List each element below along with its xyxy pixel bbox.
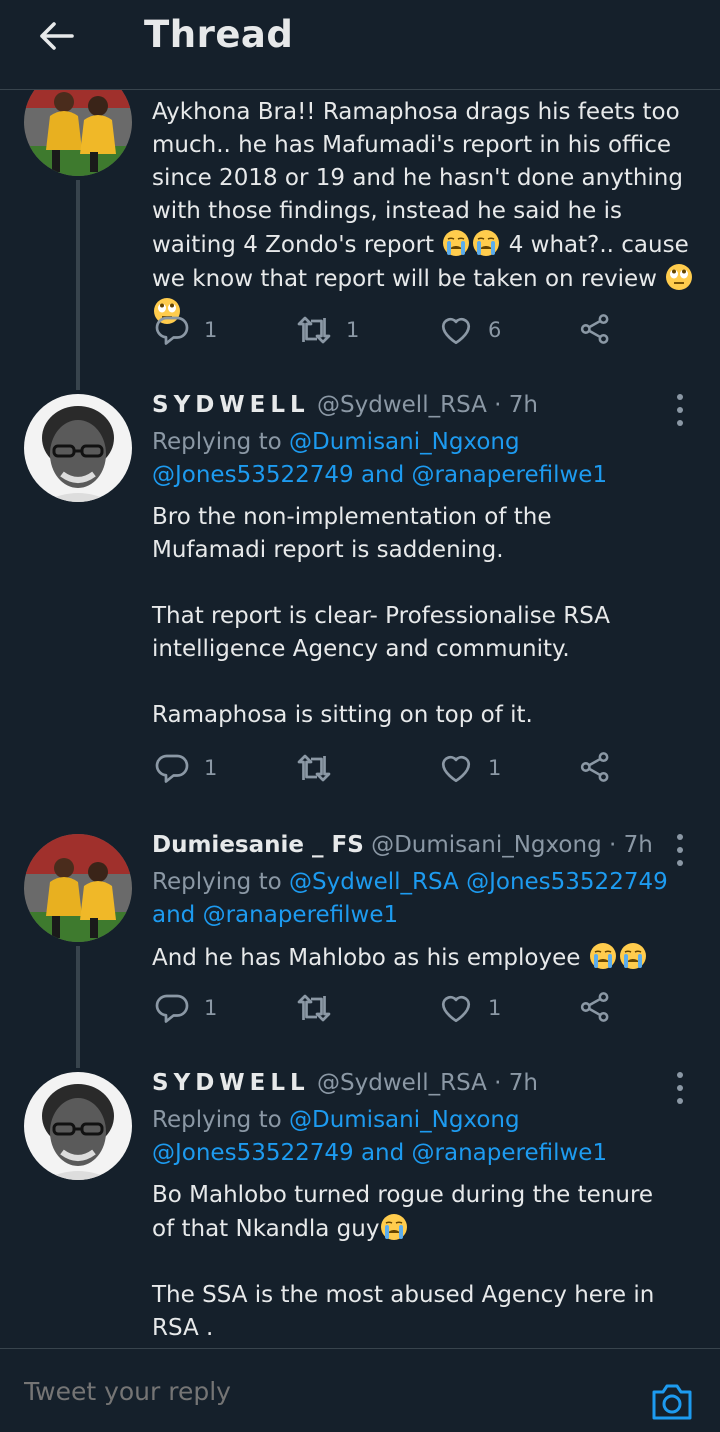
avatar[interactable] (24, 1072, 132, 1180)
user-handle[interactable]: @Dumisani_Ngxong (371, 832, 602, 858)
more-options-button[interactable] (668, 390, 692, 430)
reply-icon (154, 312, 190, 348)
share-button[interactable] (578, 750, 612, 784)
timestamp: · 7h (494, 392, 538, 418)
back-button[interactable] (28, 14, 84, 58)
heart-icon (438, 312, 474, 348)
more-vertical-icon (677, 834, 683, 840)
user-handle[interactable]: @Sydwell_RSA (317, 392, 487, 418)
mention-link[interactable]: @Jones53522749 (152, 462, 354, 488)
more-options-button[interactable] (668, 830, 692, 870)
tweet-text: Bo Mahlobo turned rogue during the tenur… (152, 1182, 655, 1341)
replying-to: Replying to @Dumisani_Ngxong @Jones53522… (152, 1107, 608, 1166)
share-button[interactable] (578, 312, 612, 346)
retweet-count: 1 (346, 318, 360, 342)
retweet-button[interactable] (296, 990, 346, 1026)
mention-link[interactable]: @ranaperefilwe1 (412, 462, 608, 488)
crying-face-emoji (471, 228, 501, 258)
mention-link[interactable]: @Sydwell_RSA (289, 869, 459, 895)
mention-link[interactable]: @Jones53522749 (466, 869, 668, 895)
display-name[interactable]: SYDWELL (152, 392, 310, 418)
retweet-icon (296, 990, 332, 1026)
display-name[interactable]: SYDWELL (152, 1070, 310, 1096)
page-title: Thread (144, 13, 294, 56)
timestamp: · 7h (609, 832, 653, 858)
crying-face-emoji (379, 1212, 409, 1242)
reply-button[interactable]: 1 (154, 990, 217, 1026)
tweet-actions: 1 1 (152, 990, 622, 1030)
tweet-text: Bro the non-implementation of the Mufama… (152, 504, 610, 728)
top-app-bar: Thread (0, 0, 720, 90)
share-icon (578, 750, 612, 784)
thread-connector (76, 180, 80, 390)
tweet-text: And he has Mahlobo as his employee (152, 941, 704, 975)
reply-input[interactable] (24, 1371, 624, 1411)
thread-connector (76, 946, 80, 1068)
camera-button[interactable] (650, 1380, 694, 1424)
tweet-2[interactable]: SYDWELL @Sydwell_RSA · 7h Replying to @D… (0, 390, 720, 830)
user-handle[interactable]: @Sydwell_RSA (317, 1070, 487, 1096)
replying-to: Replying to @Sydwell_RSA @Jones53522749 … (152, 869, 668, 928)
reply-button[interactable]: 1 (154, 750, 217, 786)
share-icon (578, 990, 612, 1024)
retweet-button[interactable]: 1 (296, 312, 359, 348)
tweet-1[interactable]: Aykhona Bra!! Ramaphosa drags his feets … (0, 90, 720, 390)
like-count: 6 (488, 318, 502, 342)
crying-face-emoji (618, 941, 648, 971)
avatar[interactable] (24, 90, 132, 176)
like-button[interactable]: 1 (438, 750, 501, 786)
timestamp: · 7h (494, 1070, 538, 1096)
mention-link[interactable]: @ranaperefilwe1 (412, 1140, 608, 1166)
retweet-button[interactable] (296, 750, 346, 786)
retweet-icon (296, 750, 332, 786)
mention-link[interactable]: @Jones53522749 (152, 1140, 354, 1166)
reply-icon (154, 750, 190, 786)
tweet-header: SYDWELL @Sydwell_RSA · 7h (152, 1070, 538, 1096)
reply-composer (0, 1348, 720, 1432)
retweet-icon (296, 312, 332, 348)
tweet-actions: 1 1 6 (152, 312, 622, 352)
tweet-header: SYDWELL @Sydwell_RSA · 7h (152, 392, 538, 418)
more-vertical-icon (677, 394, 683, 400)
reply-count: 1 (204, 318, 218, 342)
mention-link[interactable]: @Dumisani_Ngxong (289, 429, 520, 455)
share-button[interactable] (578, 990, 612, 1024)
heart-icon (438, 750, 474, 786)
crying-face-emoji (588, 941, 618, 971)
like-count: 1 (488, 996, 502, 1020)
reply-count: 1 (204, 756, 218, 780)
tweet-4[interactable]: SYDWELL @Sydwell_RSA · 7h Replying to @D… (0, 1068, 720, 1348)
thread-feed[interactable]: Aykhona Bra!! Ramaphosa drags his feets … (0, 90, 720, 1348)
more-vertical-icon (677, 1072, 683, 1078)
avatar[interactable] (24, 394, 132, 502)
like-button[interactable]: 1 (438, 990, 501, 1026)
reply-button[interactable]: 1 (154, 312, 217, 348)
like-count: 1 (488, 756, 502, 780)
tweet-text: Aykhona Bra!! Ramaphosa drags his feets … (152, 96, 704, 330)
tweet-actions: 1 1 (152, 750, 622, 790)
camera-icon (652, 1384, 692, 1420)
mention-link[interactable]: @Dumisani_Ngxong (289, 1107, 520, 1133)
heart-icon (438, 990, 474, 1026)
eye-roll-emoji (664, 262, 694, 292)
display-name[interactable]: Dumiesanie _ FS (152, 832, 364, 858)
tweet-3[interactable]: Dumiesanie _ FS @Dumisani_Ngxong · 7h Re… (0, 830, 720, 1068)
tweet-header: Dumiesanie _ FS @Dumisani_Ngxong · 7h (152, 832, 653, 858)
share-icon (578, 312, 612, 346)
avatar[interactable] (24, 834, 132, 942)
replying-to: Replying to @Dumisani_Ngxong @Jones53522… (152, 429, 608, 488)
mention-link[interactable]: @ranaperefilwe1 (203, 902, 399, 928)
like-button[interactable]: 6 (438, 312, 501, 348)
more-options-button[interactable] (668, 1068, 692, 1108)
crying-face-emoji (441, 228, 471, 258)
reply-count: 1 (204, 996, 218, 1020)
arrow-left-icon (40, 22, 74, 50)
reply-icon (154, 990, 190, 1026)
